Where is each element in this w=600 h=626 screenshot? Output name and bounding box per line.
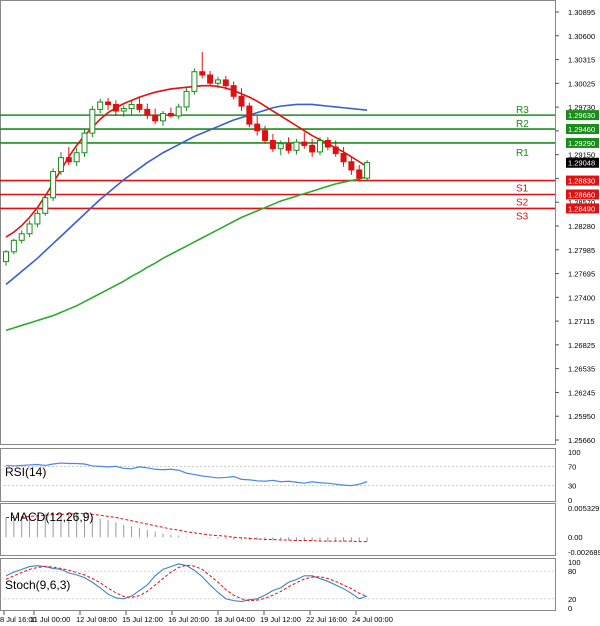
candle-body [57,157,64,173]
x-tick-label: 19 Jul 12:00 [260,615,301,624]
rsi-tick-label: 100 [568,448,581,457]
candle-body [3,251,9,263]
candle-body [97,101,104,110]
macd-tick-label: -0.002689 [568,548,600,557]
candle-body [175,106,182,117]
rsi-tick-label: 70 [568,462,576,471]
candle-body [301,141,308,146]
candle-body [230,85,237,97]
candle-body [269,139,276,150]
price-tags: 1.29630 1.29460 1.29290 1.29048 1.28830 1.286… [566,110,599,214]
candle-body [309,144,316,153]
x-tick-label: 18 Jul 04:00 [214,615,255,624]
candle-body [144,108,151,116]
candle-body [160,112,166,122]
candle-body [207,74,214,84]
stoch-label: Stoch(9,6,3) [5,578,70,592]
x-tick-label: 22 Jul 16:00 [306,615,347,624]
candle-body [18,233,25,241]
y-tick-label: 1.25950 [568,412,595,421]
chart-background [0,0,600,626]
y-tick-label: 1.30895 [568,8,595,17]
candle-body [364,162,371,179]
macd-label: MACD(12,26,9) [10,510,93,524]
candle-body [89,108,96,134]
candle-body [199,71,206,76]
y-tick-label: 1.27985 [568,246,595,255]
candle-body [340,153,347,163]
stoch-tick-label: 0 [568,604,572,613]
y-tick-label: 1.27695 [568,270,595,279]
x-tick-label: 16 Jul 20:00 [168,615,209,624]
candle-body [136,103,143,110]
stoch-tick-label: 20 [568,595,576,604]
y-tick-label: 1.30315 [568,56,595,65]
macd-tick-label: 0.005329 [568,504,599,513]
y-tick-label: 1.26825 [568,341,595,350]
candle-body [191,71,198,92]
y-tick-label: 1.25660 [568,436,595,445]
price-tag-text: 1.29290 [568,139,595,148]
level-label-r3: R3 [516,105,529,116]
y-tick-label: 1.28280 [568,222,595,231]
price-tag-text: 1.29460 [568,125,595,134]
candle-body [26,223,33,235]
candle-body [34,212,41,225]
candle-body [81,132,88,154]
macd-tick-label: 0.00 [568,533,583,542]
rsi-tick-label: 30 [568,482,576,491]
price-tag-text: 1.29630 [568,111,595,120]
candle-body [356,169,363,179]
price-tag-text: 1.29048 [568,159,595,168]
candle-body [10,239,17,253]
candle-body [112,103,119,112]
stoch-tick-label: 80 [568,567,576,576]
candle-body [332,146,339,155]
candle-body [262,130,269,141]
candle-body [238,95,245,107]
level-label-s1: S1 [516,184,529,195]
candle-body [128,103,135,110]
y-tick-label: 1.30025 [568,79,595,88]
candle-body [324,139,331,148]
x-tick-label: 11 Jul 00:00 [30,615,70,624]
candle-body [348,161,355,171]
y-tick-label: 1.27115 [568,317,595,326]
x-tick-label: 12 Jul 08:00 [76,615,117,624]
candle-body [254,123,261,132]
level-label-s3: S3 [516,211,529,222]
candle-body [214,79,221,84]
level-label-s2: S2 [516,197,529,208]
price-tag-text: 1.28660 [568,190,595,199]
candle-body [293,141,300,151]
level-label-r1: R1 [516,148,529,159]
candle-body [65,157,72,163]
candle-body [222,79,229,87]
forex-chart: 1.308951.306001.303151.300251.297301.294… [0,0,600,626]
candle-body [105,101,112,105]
candle-body [120,108,127,112]
candle-body [73,152,80,163]
rsi-label: RSI(14) [5,465,46,479]
stoch-tick-label: 100 [568,558,581,567]
price-tag-text: 1.28830 [568,177,595,186]
candle-body [167,112,174,117]
candle-body [277,143,284,150]
y-tick-label: 1.26535 [568,365,595,374]
candle-body [152,114,159,122]
candle-body [183,90,190,108]
x-tick-label: 15 Jul 12:00 [122,615,163,624]
x-tick-label: 24 Jul 00:00 [352,615,393,624]
candle-body [285,143,292,151]
candle-body [42,197,49,214]
y-tick-label: 1.27400 [568,293,595,302]
price-tag-text: 1.28490 [568,204,595,213]
y-tick-label: 1.30600 [568,32,595,41]
candle-body [50,171,57,199]
y-tick-label: 1.26245 [568,388,595,397]
candle-body [246,105,253,125]
candle-body [317,139,323,153]
level-label-r2: R2 [516,119,529,130]
